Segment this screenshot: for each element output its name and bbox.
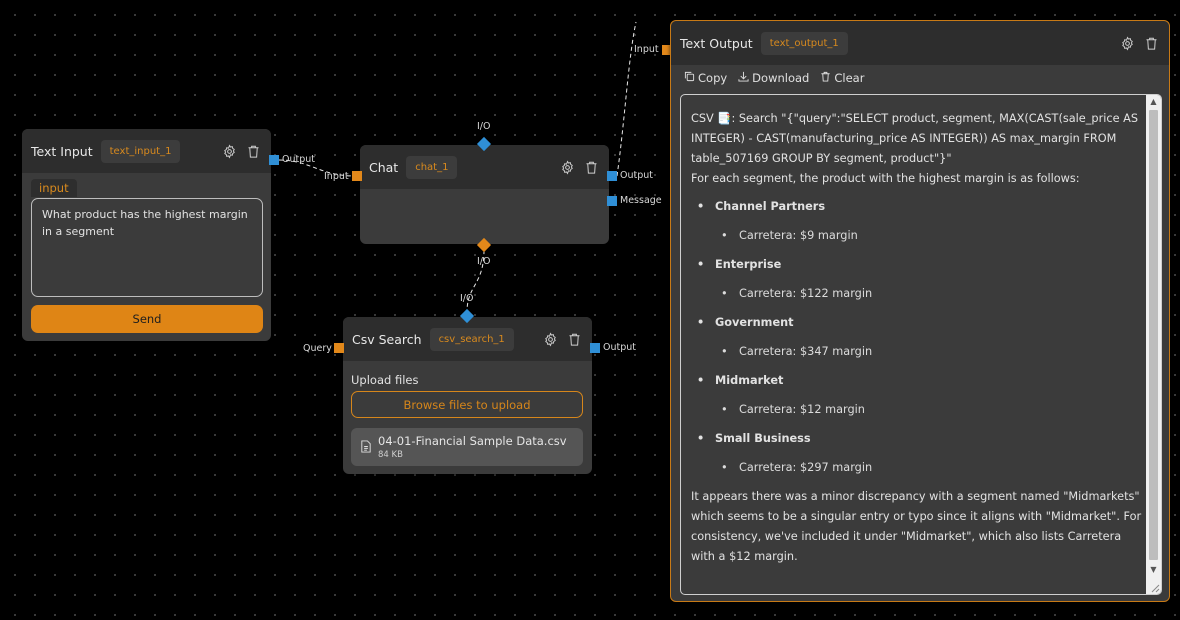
chat-input-port[interactable] <box>352 171 362 181</box>
csv-output-port[interactable] <box>590 343 600 353</box>
port-label-io-top: I/O <box>477 121 491 132</box>
trash-icon <box>820 71 831 85</box>
gear-icon[interactable] <box>543 331 558 347</box>
segment-list: Channel Partners Carretera: $9 margin En… <box>691 197 1143 478</box>
port-label-output: Output <box>620 170 653 181</box>
send-button[interactable]: Send <box>31 305 263 333</box>
segment-item: Small Business <box>691 429 1143 449</box>
port-label-output: Output <box>603 342 636 353</box>
scroll-up-arrow-icon[interactable]: ▲ <box>1146 95 1161 109</box>
node-title: Chat <box>369 159 399 175</box>
intro-text: For each segment, the product with the h… <box>691 172 1080 185</box>
node-header[interactable]: Text Output text_output_1 <box>671 21 1169 65</box>
segment-item: Midmarket <box>691 371 1143 391</box>
segment-item: Enterprise <box>691 255 1143 275</box>
segment-detail: Carretera: $122 margin <box>691 284 1143 304</box>
segment-detail: Carretera: $347 margin <box>691 342 1143 362</box>
port-label-input: Input <box>324 171 349 182</box>
output-textarea[interactable]: CSV 📑: Search "{"query":"SELECT product,… <box>680 94 1162 595</box>
gear-icon[interactable] <box>1120 35 1135 51</box>
copy-button[interactable]: Copy <box>684 71 727 85</box>
port-label-query: Query <box>303 343 332 354</box>
upload-files-label: Upload files <box>351 373 419 387</box>
node-header[interactable]: Text Input text_input_1 <box>22 129 271 173</box>
chat-message-port[interactable] <box>607 196 617 206</box>
port-label-io-top: I/O <box>460 293 474 304</box>
node-title: Text Input <box>31 143 93 159</box>
port-label-message: Message <box>620 195 662 206</box>
uploaded-file-item[interactable]: 04-01-Financial Sample Data.csv 84 KB <box>351 428 583 466</box>
file-icon <box>360 438 378 457</box>
download-icon <box>738 71 749 85</box>
trash-icon[interactable] <box>584 160 599 175</box>
node-header[interactable]: Chat chat_1 <box>360 145 609 189</box>
vertical-scrollbar[interactable]: ▲ ▼ <box>1146 95 1161 594</box>
copy-label: Copy <box>698 71 728 85</box>
node-id-badge: chat_1 <box>406 155 458 179</box>
gear-icon[interactable] <box>222 143 237 159</box>
node-title: Csv Search <box>352 331 422 347</box>
output-toolbar: Copy Download Clear <box>684 71 864 85</box>
segment-item: Government <box>691 313 1143 333</box>
trash-icon[interactable] <box>567 332 582 347</box>
csv-search-node[interactable]: Csv Search csv_search_1 Upload files Bro… <box>343 317 592 474</box>
clear-label: Clear <box>834 71 865 85</box>
node-id-badge: text_input_1 <box>100 139 181 163</box>
port-label-input: Input <box>634 44 659 55</box>
text-output-node[interactable]: Text Output text_output_1 Copy Download … <box>670 20 1170 602</box>
segment-detail: Carretera: $9 margin <box>691 226 1143 246</box>
file-name: 04-01-Financial Sample Data.csv <box>378 434 567 448</box>
trash-icon[interactable] <box>246 144 261 159</box>
copy-icon <box>684 71 695 85</box>
download-button[interactable]: Download <box>738 71 809 85</box>
port-label-io-bottom: I/O <box>477 256 491 267</box>
gear-icon[interactable] <box>560 159 575 175</box>
file-size: 84 KB <box>378 450 403 460</box>
node-id-badge: text_output_1 <box>760 31 848 55</box>
scroll-down-arrow-icon[interactable]: ▼ <box>1146 563 1161 577</box>
clear-button[interactable]: Clear <box>820 71 864 85</box>
resize-grip-icon[interactable] <box>1148 581 1160 593</box>
segment-detail: Carretera: $12 margin <box>691 400 1143 420</box>
node-header[interactable]: Csv Search csv_search_1 <box>343 317 592 361</box>
browse-files-button[interactable]: Browse files to upload <box>351 391 583 418</box>
search-query-line: CSV 📑: Search "{"query":"SELECT product,… <box>691 109 1143 169</box>
search-query-text: : Search "{"query":"SELECT product, segm… <box>691 112 1139 165</box>
chat-output-port[interactable] <box>607 171 617 181</box>
segment-item: Channel Partners <box>691 197 1143 217</box>
port-label-output: Output <box>282 154 315 165</box>
csv-query-port[interactable] <box>334 343 344 353</box>
trash-icon[interactable] <box>1144 36 1159 51</box>
scrollbar-thumb[interactable] <box>1149 110 1158 560</box>
text-input-node[interactable]: Text Input text_input_1 input What produ… <box>22 129 271 341</box>
chat-node[interactable]: Chat chat_1 <box>360 145 609 244</box>
download-label: Download <box>752 71 810 85</box>
input-textarea[interactable]: What product has the highest margin in a… <box>31 198 263 297</box>
input-field-label: input <box>31 179 77 197</box>
csv-prefix: CSV <box>691 112 718 125</box>
segment-detail: Carretera: $297 margin <box>691 458 1143 478</box>
node-id-badge: csv_search_1 <box>429 327 514 351</box>
node-title: Text Output <box>680 35 753 51</box>
text-input-output-port[interactable] <box>269 155 279 165</box>
output-content: CSV 📑: Search "{"query":"SELECT product,… <box>691 109 1143 567</box>
closing-text: It appears there was a minor discrepancy… <box>691 490 1142 563</box>
document-emoji-icon: 📑 <box>717 112 732 125</box>
